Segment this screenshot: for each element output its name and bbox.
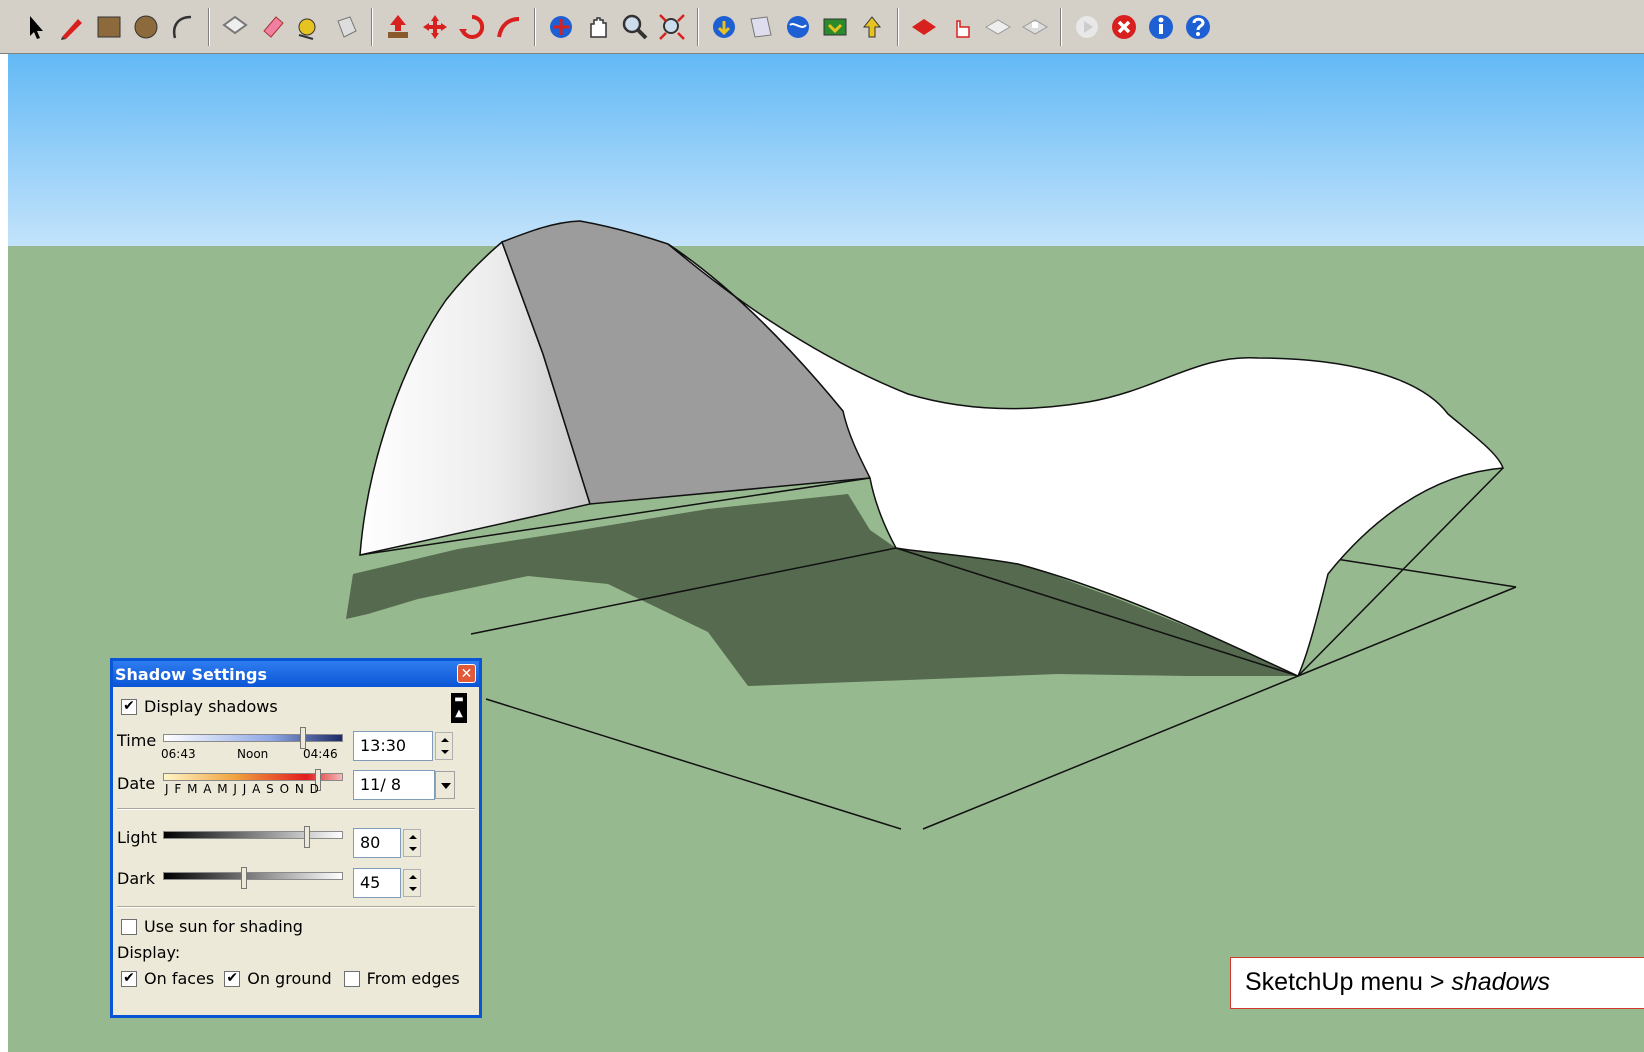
light-spinner[interactable] bbox=[403, 829, 421, 857]
divider bbox=[117, 808, 475, 810]
use-sun-label: Use sun for shading bbox=[144, 917, 303, 936]
dark-spinner[interactable] bbox=[403, 869, 421, 897]
date-dropdown-button[interactable] bbox=[435, 771, 455, 799]
dialog-title: Shadow Settings bbox=[115, 664, 268, 684]
toolbar-separator bbox=[897, 7, 899, 46]
dark-slider-thumb[interactable] bbox=[241, 867, 247, 889]
zoom-extents-icon[interactable] bbox=[655, 10, 689, 44]
zoom-icon[interactable] bbox=[618, 10, 652, 44]
date-label: Date bbox=[117, 774, 156, 793]
display-shadows-row: ✔ Display shadows bbox=[121, 697, 278, 716]
orbit-icon[interactable] bbox=[544, 10, 578, 44]
light-slider-thumb[interactable] bbox=[304, 826, 310, 848]
upload-icon[interactable] bbox=[855, 10, 889, 44]
time-slider-thumb[interactable] bbox=[300, 727, 307, 749]
shadow-settings-dialog: Shadow Settings ✕ ✔ Display shadows ▬ ▲ T… bbox=[110, 658, 482, 1018]
follow-me-icon[interactable] bbox=[492, 10, 526, 44]
stop-icon[interactable] bbox=[1107, 10, 1141, 44]
date-input[interactable]: 11/ 8 bbox=[353, 770, 435, 800]
toolbar-separator bbox=[534, 7, 536, 46]
layer-icon[interactable] bbox=[981, 10, 1015, 44]
caption-text: SketchUp menu > bbox=[1245, 968, 1452, 996]
paint-ruby-icon[interactable] bbox=[907, 10, 941, 44]
push-pull-icon[interactable] bbox=[381, 10, 415, 44]
use-sun-checkbox[interactable] bbox=[121, 918, 137, 935]
get-models-icon[interactable] bbox=[707, 10, 741, 44]
pencil-icon[interactable] bbox=[55, 10, 89, 44]
help-icon[interactable] bbox=[1181, 10, 1215, 44]
from-edges-checkbox[interactable] bbox=[343, 970, 360, 987]
light-label: Light bbox=[117, 828, 157, 847]
toolbar-separator bbox=[1060, 7, 1062, 46]
close-icon[interactable]: ✕ bbox=[457, 664, 476, 683]
time-slider-track[interactable] bbox=[163, 734, 343, 742]
caption-box: SketchUp menu > shadows bbox=[1230, 957, 1644, 1009]
on-ground-checkbox[interactable]: ✔ bbox=[224, 970, 241, 987]
divider bbox=[117, 906, 475, 908]
on-faces-label: On faces bbox=[144, 969, 215, 988]
time-label: Time bbox=[117, 731, 157, 750]
time-end-tick: 04:46 bbox=[303, 747, 338, 761]
light-input[interactable]: 80 bbox=[353, 828, 401, 858]
rotate-icon[interactable] bbox=[455, 10, 489, 44]
tape-measure-icon[interactable] bbox=[292, 10, 326, 44]
main-toolbar bbox=[0, 0, 1644, 54]
toolbar-separator bbox=[208, 7, 210, 46]
light-slider-track[interactable] bbox=[163, 831, 343, 839]
time-start-tick: 06:43 bbox=[161, 747, 196, 761]
pan-icon[interactable] bbox=[581, 10, 615, 44]
share-model-icon[interactable] bbox=[744, 10, 778, 44]
dialog-title-bar[interactable]: Shadow Settings ✕ bbox=[113, 661, 479, 687]
collapse-panel-icon[interactable]: ▬ ▲ bbox=[451, 693, 467, 723]
rectangle-icon[interactable] bbox=[92, 10, 126, 44]
from-edges-label: From edges bbox=[366, 969, 460, 988]
display-shadows-checkbox[interactable]: ✔ bbox=[121, 698, 137, 715]
time-noon-tick: Noon bbox=[237, 747, 269, 761]
circle-icon[interactable] bbox=[129, 10, 163, 44]
dark-label: Dark bbox=[117, 869, 155, 888]
time-spinner[interactable] bbox=[435, 732, 453, 760]
dark-slider-track[interactable] bbox=[163, 872, 343, 880]
arc-icon[interactable] bbox=[166, 10, 200, 44]
toolbar-separator bbox=[371, 7, 373, 46]
dark-input[interactable]: 45 bbox=[353, 868, 401, 898]
date-month-ticks: J F M A M J J A S O N D bbox=[165, 782, 320, 796]
on-ground-label: On ground bbox=[247, 969, 332, 988]
play-icon[interactable] bbox=[1070, 10, 1104, 44]
select-icon[interactable] bbox=[18, 10, 52, 44]
caption-emphasis: shadows bbox=[1451, 968, 1551, 996]
use-sun-row: Use sun for shading bbox=[121, 917, 303, 936]
make-component-icon[interactable] bbox=[218, 10, 252, 44]
display-section-label: Display: bbox=[117, 943, 181, 962]
info-icon[interactable] bbox=[1144, 10, 1178, 44]
on-faces-checkbox[interactable]: ✔ bbox=[121, 970, 137, 987]
eraser-icon[interactable] bbox=[255, 10, 289, 44]
hand-pointer-icon[interactable] bbox=[944, 10, 978, 44]
display-options-row: ✔ On faces ✔ On ground From edges bbox=[121, 969, 460, 988]
section-icon[interactable] bbox=[1018, 10, 1052, 44]
time-input[interactable]: 13:30 bbox=[353, 731, 433, 761]
sky bbox=[8, 54, 1644, 246]
display-shadows-label: Display shadows bbox=[144, 697, 278, 716]
toolbar-separator bbox=[697, 7, 699, 46]
get-photo-icon[interactable] bbox=[818, 10, 852, 44]
move-icon[interactable] bbox=[418, 10, 452, 44]
paint-bucket-icon[interactable] bbox=[329, 10, 363, 44]
google-earth-icon[interactable] bbox=[781, 10, 815, 44]
